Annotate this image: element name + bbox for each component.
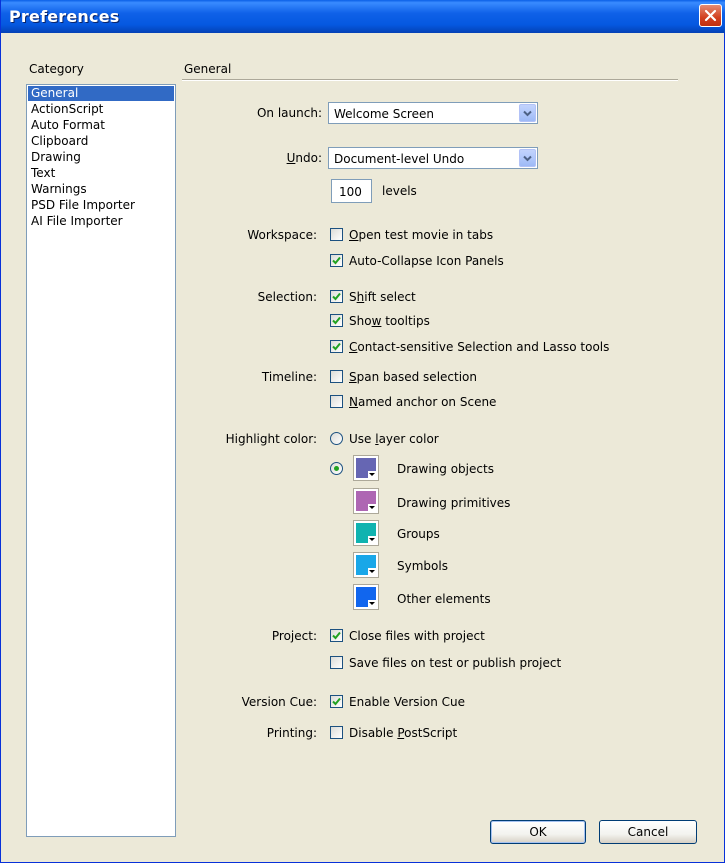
close-icon bbox=[704, 9, 717, 22]
on-launch-value: Welcome Screen bbox=[334, 107, 434, 121]
category-item-auto-format[interactable]: Auto Format bbox=[28, 118, 174, 133]
span-based-selection-checkbox[interactable] bbox=[330, 370, 343, 383]
title-bar[interactable]: Preferences bbox=[1, 0, 725, 33]
category-item-general[interactable]: General bbox=[28, 86, 174, 101]
save-files-on-test-checkbox[interactable] bbox=[330, 656, 343, 669]
category-label: Category bbox=[29, 62, 84, 76]
undo-levels-value: 100 bbox=[339, 185, 362, 199]
printing-label: Printing: bbox=[266, 726, 317, 740]
span-based-selection-label: Span based selection bbox=[349, 370, 477, 384]
shift-select-label: Shift select bbox=[349, 290, 416, 304]
checkmark-icon bbox=[332, 342, 341, 351]
contact-sensitive-selection-label: Contact-sensitive Selection and Lasso to… bbox=[349, 340, 610, 354]
drawing-primitives-label: Drawing primitives bbox=[397, 496, 511, 510]
checkmark-icon bbox=[332, 256, 341, 265]
on-launch-dropdown-arrow[interactable] bbox=[519, 104, 536, 122]
other-elements-label: Other elements bbox=[397, 592, 491, 606]
drawing-primitives-color-swatch[interactable] bbox=[353, 488, 379, 514]
timeline-label: Timeline: bbox=[261, 370, 317, 384]
undo-value: Document-level Undo bbox=[334, 152, 465, 166]
category-item-ai-file-importer[interactable]: AI File Importer bbox=[28, 214, 174, 229]
auto-collapse-icon-panels-label: Auto-Collapse Icon Panels bbox=[349, 254, 504, 268]
category-item-psd-file-importer[interactable]: PSD File Importer bbox=[28, 198, 174, 213]
save-files-on-test-label: Save files on test or publish project bbox=[349, 656, 562, 670]
groups-color-swatch[interactable] bbox=[353, 520, 379, 546]
auto-collapse-icon-panels-checkbox[interactable] bbox=[330, 254, 343, 267]
close-files-with-project-checkbox[interactable] bbox=[330, 629, 343, 642]
checkmark-icon bbox=[332, 631, 341, 640]
undo-levels-label: levels bbox=[382, 184, 417, 198]
open-test-movie-in-tabs-checkbox[interactable] bbox=[330, 228, 343, 241]
show-tooltips-label: Show tooltips bbox=[349, 314, 430, 328]
enable-version-cue-label: Enable Version Cue bbox=[349, 695, 465, 709]
close-files-with-project-label: Close files with project bbox=[349, 629, 485, 643]
show-tooltips-checkbox[interactable] bbox=[330, 314, 343, 327]
window-title: Preferences bbox=[9, 7, 120, 26]
highlight-color-label: Highlight color: bbox=[225, 432, 317, 446]
selection-label: Selection: bbox=[257, 290, 317, 304]
checkmark-icon bbox=[332, 316, 341, 325]
use-layer-color-label: Use layer color bbox=[349, 432, 439, 446]
open-test-movie-in-tabs-label: Open test movie in tabs bbox=[349, 228, 494, 242]
drawing-objects-color-swatch[interactable] bbox=[353, 455, 379, 481]
workspace-label: Workspace: bbox=[247, 228, 317, 242]
undo-levels-input[interactable]: 100 bbox=[331, 179, 372, 203]
undo-dropdown[interactable]: Document-level Undo bbox=[328, 147, 538, 169]
undo-dropdown-arrow[interactable] bbox=[519, 149, 536, 167]
contact-sensitive-selection-checkbox[interactable] bbox=[330, 340, 343, 353]
disable-postscript-checkbox[interactable] bbox=[330, 726, 343, 739]
category-item-clipboard[interactable]: Clipboard bbox=[28, 134, 174, 149]
symbols-label: Symbols bbox=[397, 559, 448, 573]
named-anchor-on-scene-checkbox[interactable] bbox=[330, 395, 343, 408]
custom-highlight-color-radio[interactable] bbox=[330, 462, 343, 475]
close-button[interactable] bbox=[699, 4, 722, 27]
shift-select-checkbox[interactable] bbox=[330, 290, 343, 303]
on-launch-dropdown[interactable]: Welcome Screen bbox=[328, 102, 538, 124]
section-divider bbox=[182, 79, 678, 81]
symbols-color-swatch[interactable] bbox=[353, 552, 379, 578]
category-item-actionscript[interactable]: ActionScript bbox=[28, 102, 174, 117]
other-elements-color-swatch[interactable] bbox=[353, 584, 379, 610]
checkmark-icon bbox=[332, 292, 341, 301]
ok-button[interactable]: OK bbox=[490, 820, 586, 844]
groups-label: Groups bbox=[397, 527, 440, 541]
cancel-button[interactable]: Cancel bbox=[599, 820, 697, 844]
chevron-down-icon bbox=[523, 155, 532, 162]
section-title: General bbox=[184, 62, 232, 76]
on-launch-label: On launch: bbox=[256, 106, 322, 120]
use-layer-color-radio[interactable] bbox=[330, 432, 343, 445]
category-list[interactable]: General ActionScript Auto Format Clipboa… bbox=[26, 84, 176, 837]
category-item-drawing[interactable]: Drawing bbox=[28, 150, 174, 165]
chevron-down-icon bbox=[523, 110, 532, 117]
category-item-text[interactable]: Text bbox=[28, 166, 174, 181]
preferences-dialog: Preferences Category General ActionScrip… bbox=[0, 0, 725, 863]
enable-version-cue-checkbox[interactable] bbox=[330, 695, 343, 708]
project-label: Project: bbox=[271, 629, 317, 643]
named-anchor-on-scene-label: Named anchor on Scene bbox=[349, 395, 497, 409]
disable-postscript-label: Disable PostScript bbox=[349, 726, 458, 740]
checkmark-icon bbox=[332, 697, 341, 706]
version-cue-label: Version Cue: bbox=[241, 695, 317, 709]
drawing-objects-label: Drawing objects bbox=[397, 462, 494, 476]
undo-label: Undo: bbox=[286, 151, 322, 165]
category-item-warnings[interactable]: Warnings bbox=[28, 182, 174, 197]
